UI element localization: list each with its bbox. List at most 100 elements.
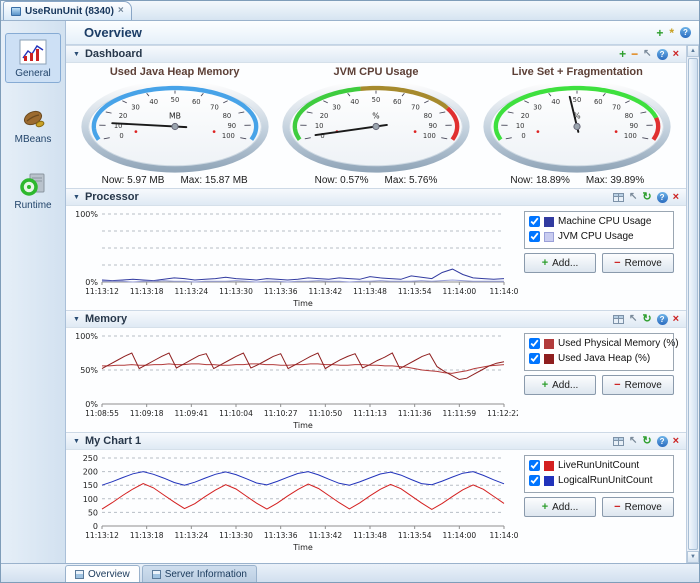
collapse-twisty-icon[interactable]: ▼ [73, 316, 80, 323]
gauge-max-value: Max: 15.87 MB [180, 175, 247, 186]
svg-text:50: 50 [573, 96, 582, 104]
table-view-icon[interactable] [613, 315, 624, 324]
gauge-max-value: Max: 5.76% [385, 175, 438, 186]
collapse-twisty-icon[interactable]: ▼ [73, 194, 80, 201]
mychart-chart-body: 05010015020025011:13:1211:13:1811:13:241… [66, 450, 686, 554]
pointer-mode-icon[interactable]: ↖ [629, 436, 637, 446]
section-title: My Chart 1 [85, 435, 141, 447]
legend-label: Machine CPU Usage [558, 216, 651, 227]
svg-text:250: 250 [83, 454, 98, 463]
svg-text:0: 0 [119, 132, 123, 140]
legend-label: LiveRunUnitCount [558, 460, 639, 471]
svg-text:11:14:00: 11:14:00 [442, 531, 476, 540]
svg-text:90: 90 [227, 122, 236, 130]
tab-server-information[interactable]: Server Information [142, 565, 257, 582]
svg-text:30: 30 [332, 104, 341, 112]
gauge-panel-cpu: JVM CPU Usage 0102030405060708090100% No… [275, 65, 476, 186]
svg-text:11:13:24: 11:13:24 [174, 287, 208, 296]
add-attribute-button[interactable]: + Add... [524, 253, 596, 273]
svg-text:0: 0 [522, 132, 526, 140]
mychart-section-header: ▼ My Chart 1 ↖ ↻ ? × [66, 432, 686, 450]
svg-text:100%: 100% [75, 210, 98, 219]
gauge-title: Live Set + Fragmentation [512, 66, 643, 78]
help-icon[interactable]: ? [657, 192, 668, 203]
legend-checkbox[interactable] [529, 231, 540, 242]
refresh-icon[interactable]: ↻ [642, 192, 651, 202]
legend-checkbox[interactable] [529, 475, 540, 486]
remove-gauge-icon[interactable]: − [631, 49, 638, 59]
svg-text:40: 40 [149, 98, 158, 106]
legend-checkbox[interactable] [529, 338, 540, 349]
help-icon[interactable]: ? [657, 314, 668, 325]
refresh-icon[interactable]: ↻ [642, 436, 651, 446]
sidebar-item-mbeans[interactable]: MBeans [5, 99, 61, 149]
delete-section-icon[interactable]: × [673, 314, 679, 324]
svg-text:70: 70 [612, 104, 621, 112]
svg-text:11:13:42: 11:13:42 [308, 531, 342, 540]
svg-text:90: 90 [630, 122, 639, 130]
pointer-mode-icon[interactable]: ↖ [643, 49, 651, 59]
table-view-icon[interactable] [613, 437, 624, 446]
remove-attribute-button[interactable]: − Remove [602, 497, 674, 517]
vertical-scrollbar[interactable]: ▲ ▼ [686, 45, 699, 563]
legend-label: Used Physical Memory (%) [558, 338, 679, 349]
collapse-twisty-icon[interactable]: ▼ [73, 51, 80, 58]
refresh-icon[interactable]: ↻ [642, 314, 651, 324]
pointer-mode-icon[interactable]: ↖ [629, 314, 637, 324]
scrollbar-thumb[interactable] [688, 58, 698, 550]
add-gauge-icon[interactable]: + [619, 49, 626, 59]
legend-checkbox[interactable] [529, 353, 540, 364]
sidebar-item-runtime[interactable]: Runtime [5, 165, 61, 215]
section-title: Memory [85, 313, 127, 325]
memory-section-header: ▼ Memory ↖ ↻ ? × [66, 310, 686, 328]
help-icon[interactable]: ? [680, 27, 691, 38]
table-view-icon[interactable] [613, 193, 624, 202]
remove-attribute-button[interactable]: − Remove [602, 375, 674, 395]
close-icon[interactable]: × [118, 6, 124, 16]
memory-chart-body: 0%50%100%11:08:5511:09:1811:09:4111:10:0… [66, 328, 686, 432]
svg-text:Time: Time [292, 543, 313, 552]
delete-section-icon[interactable]: × [673, 49, 679, 59]
svg-text:11:13:54: 11:13:54 [398, 531, 432, 540]
cpu-gauge-dial: 0102030405060708090100% [276, 78, 476, 175]
legend-item: Used Java Heap (%) [529, 353, 669, 364]
tab-overview[interactable]: Overview [65, 565, 140, 582]
legend-label: Used Java Heap (%) [558, 353, 650, 364]
help-icon[interactable]: ? [657, 436, 668, 447]
accessibility-mode-icon[interactable]: * [669, 28, 674, 38]
sidebar-item-general[interactable]: General [5, 33, 61, 83]
gauge-now-value: Now: 5.97 MB [102, 175, 165, 186]
svg-text:11:13:36: 11:13:36 [264, 287, 298, 296]
editor-tab-bar: UseRunUnit (8340) × [1, 1, 699, 21]
svg-text:MB: MB [169, 112, 181, 121]
svg-text:Time: Time [292, 299, 313, 308]
editor-tab-userununit[interactable]: UseRunUnit (8340) × [3, 1, 132, 20]
svg-text:100%: 100% [75, 332, 98, 341]
svg-text:50%: 50% [80, 366, 98, 375]
liveset-gauge-dial: 0102030405060708090100% [477, 78, 677, 175]
remove-button-label: Remove [625, 502, 662, 513]
svg-text:11:13:18: 11:13:18 [130, 287, 164, 296]
legend-checkbox[interactable] [529, 216, 540, 227]
application-window: UseRunUnit (8340) × General [0, 0, 700, 583]
svg-text:30: 30 [131, 104, 140, 112]
scroll-down-icon[interactable]: ▼ [687, 551, 699, 563]
remove-attribute-button[interactable]: − Remove [602, 253, 674, 273]
help-icon[interactable]: ? [657, 49, 668, 60]
add-attribute-button[interactable]: + Add... [524, 497, 596, 517]
svg-text:11:14:00: 11:14:00 [442, 287, 476, 296]
legend-checkbox[interactable] [529, 460, 540, 471]
gauge-now-value: Now: 18.89% [510, 175, 569, 186]
delete-section-icon[interactable]: × [673, 436, 679, 446]
scrollbar-track[interactable] [687, 57, 699, 551]
svg-text:70: 70 [210, 104, 219, 112]
scroll-up-icon[interactable]: ▲ [687, 45, 699, 57]
collapse-twisty-icon[interactable]: ▼ [73, 438, 80, 445]
pointer-mode-icon[interactable]: ↖ [629, 192, 637, 202]
svg-text:100: 100 [83, 495, 98, 504]
add-attribute-button[interactable]: + Add... [524, 375, 596, 395]
svg-text:20: 20 [521, 112, 530, 120]
add-tab-content-icon[interactable]: + [656, 28, 663, 38]
delete-section-icon[interactable]: × [673, 192, 679, 202]
sidebar: General MBeans Runtime [1, 21, 66, 563]
